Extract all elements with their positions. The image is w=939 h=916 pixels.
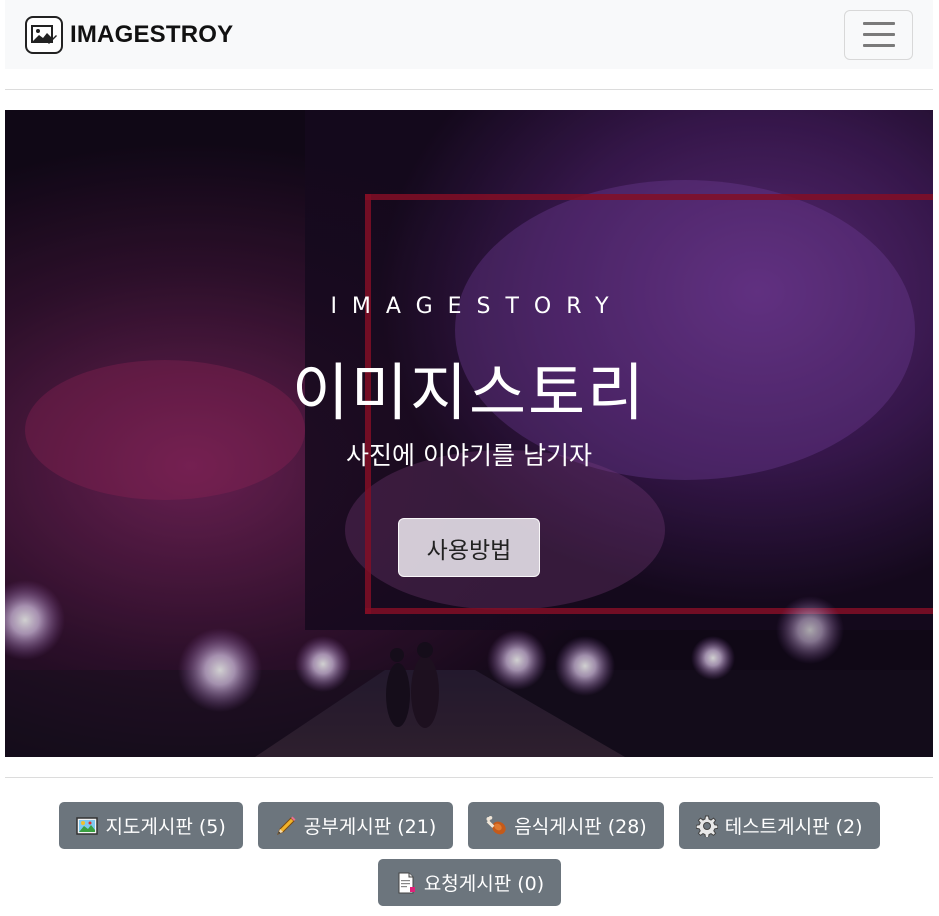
hero-subtitle: 사진에 이야기를 남기자 xyxy=(346,441,592,470)
study-board-button[interactable]: 공부게시판 (21) xyxy=(257,802,454,849)
hamburger-icon xyxy=(862,22,895,25)
board-label: 테스트게시판 (2) xyxy=(724,816,863,838)
map-board-button[interactable]: 지도게시판 (5) xyxy=(59,802,243,849)
hero-eyebrow: IMAGESTORY xyxy=(330,294,624,319)
pencil-icon xyxy=(275,815,297,837)
gear-icon xyxy=(695,815,719,838)
top-navbar: IMAGESTROY xyxy=(5,0,933,69)
document-icon xyxy=(395,872,417,894)
divider xyxy=(5,777,933,778)
divider xyxy=(5,89,933,90)
request-board-button[interactable]: 요청게시판 (0) xyxy=(377,859,562,906)
map-picture-icon xyxy=(76,815,99,837)
brand-link[interactable]: IMAGESTROY xyxy=(25,15,234,54)
board-label: 공부게시판 (21) xyxy=(303,816,437,838)
how-to-use-button[interactable]: 사용방법 xyxy=(398,518,540,577)
menu-toggle-button[interactable] xyxy=(844,9,913,60)
board-label: 음식게시판 (28) xyxy=(514,816,647,838)
hero-title: 이미지스토리 xyxy=(291,356,647,429)
brand-name: IMAGESTROY xyxy=(70,20,234,48)
test-board-button[interactable]: 테스트게시판 (2) xyxy=(678,802,880,849)
board-list: 지도게시판 (5) 공부게시판 (21) 음식게시판 (28) 테스트게시판 (… xyxy=(0,802,939,916)
image-edit-icon xyxy=(25,15,63,54)
board-label: 지도게시판 (5) xyxy=(105,816,226,838)
drumstick-icon xyxy=(485,815,507,837)
hero-banner: IMAGESTORY 이미지스토리 사진에 이야기를 남기자 사용방법 xyxy=(5,110,933,757)
board-label: 요청게시판 (0) xyxy=(423,873,545,895)
food-board-button[interactable]: 음식게시판 (28) xyxy=(468,802,664,849)
